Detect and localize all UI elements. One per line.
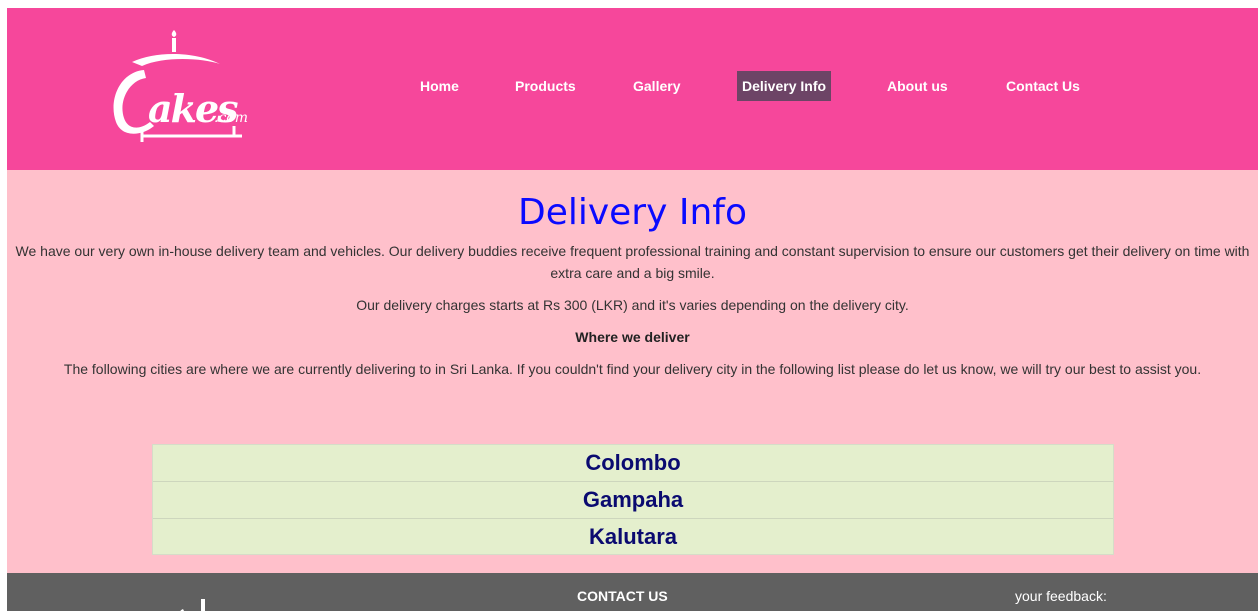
footer-logo (180, 599, 205, 611)
nav-home[interactable]: Home (415, 71, 464, 101)
main-nav: Home Products Gallery Delivery Info Abou… (7, 8, 1258, 170)
delivery-charges-paragraph: Our delivery charges starts at Rs 300 (L… (356, 297, 909, 313)
footer-contact-heading: CONTACT US (577, 588, 668, 604)
page-frame: akes .com Home Products Gallery Delivery… (7, 8, 1258, 611)
where-we-deliver-heading: Where we deliver (575, 329, 690, 345)
footer-feedback-label: your feedback: (1015, 588, 1107, 604)
cities-table: Colombo Gampaha Kalutara (152, 444, 1114, 555)
nav-contact-us[interactable]: Contact Us (1001, 71, 1085, 101)
nav-delivery-info[interactable]: Delivery Info (737, 71, 832, 101)
site-footer: CONTACT US your feedback: (7, 573, 1258, 611)
site-header: akes .com Home Products Gallery Delivery… (7, 8, 1258, 170)
city-row-kalutara: Kalutara (588, 524, 678, 549)
city-row-gampaha: Gampaha (153, 482, 1113, 519)
city-row-colombo: Colombo (153, 445, 1113, 482)
nav-products[interactable]: Products (510, 71, 581, 101)
nav-gallery[interactable]: Gallery (628, 71, 685, 101)
page-title: Delivery Info (517, 192, 747, 233)
cities-intro-paragraph: The following cities are where we are cu… (63, 361, 1202, 377)
nav-about-us[interactable]: About us (882, 71, 953, 101)
intro-paragraph: We have our very own in-house delivery t… (15, 243, 1250, 281)
main-content: Delivery Info We have our very own in-ho… (7, 170, 1258, 573)
